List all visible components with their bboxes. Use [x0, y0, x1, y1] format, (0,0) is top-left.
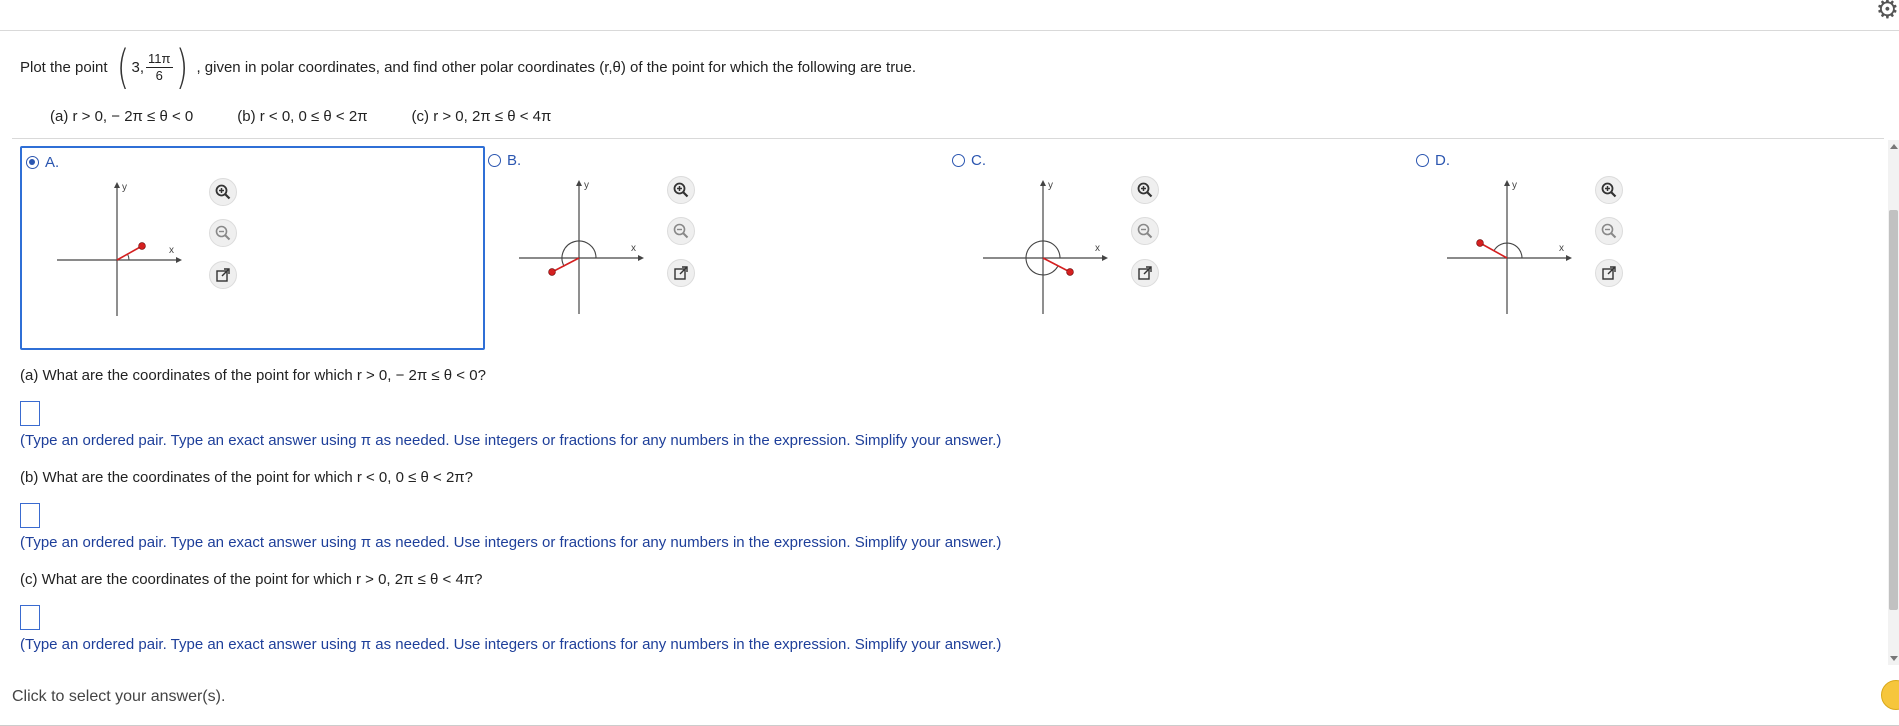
- y-axis-label: y: [122, 182, 127, 193]
- angle-arc: [1493, 242, 1523, 259]
- radius-segment: [551, 257, 580, 273]
- part-b-hint: (Type an ordered pair. Type an exact ans…: [20, 534, 1002, 551]
- gear-icon[interactable]: ⚙: [1876, 0, 1899, 25]
- polar-point: ( 3, 11π 6 ): [114, 44, 191, 90]
- y-axis-label: y: [584, 180, 589, 191]
- zoom-out-icon[interactable]: [1595, 217, 1623, 245]
- scroll-down-arrow-icon[interactable]: [1890, 656, 1898, 661]
- x-axis-label: x: [631, 243, 636, 254]
- open-new-window-icon[interactable]: [209, 261, 237, 289]
- status-footer: Click to select your answer(s).: [12, 688, 226, 705]
- condition-b: (b) r < 0, 0 ≤ θ < 2π: [237, 108, 368, 125]
- part-a-answer-input[interactable]: [20, 401, 40, 426]
- y-axis-label: y: [1512, 180, 1517, 191]
- option-a[interactable]: A. y x: [20, 146, 485, 350]
- zoom-out-icon[interactable]: [1131, 217, 1159, 245]
- part-b-question: (b) What are the coordinates of the poin…: [20, 469, 473, 486]
- question-suffix: , given in polar coordinates, and find o…: [196, 58, 917, 76]
- zoom-in-icon[interactable]: [209, 178, 237, 206]
- part-c-answer-input[interactable]: [20, 605, 40, 630]
- condition-c: (c) r > 0, 2π ≤ θ < 4π: [411, 108, 552, 125]
- option-d-header[interactable]: D.: [1416, 152, 1450, 169]
- option-c[interactable]: C. y x: [948, 146, 1413, 350]
- question-prefix: Plot the point: [20, 58, 108, 76]
- radio-button[interactable]: [952, 154, 965, 167]
- option-b[interactable]: B. y x: [484, 146, 949, 350]
- radio-button[interactable]: [26, 156, 39, 169]
- x-axis-label: x: [169, 245, 174, 256]
- section-divider: [12, 138, 1884, 139]
- zoom-out-icon[interactable]: [667, 217, 695, 245]
- radio-button[interactable]: [488, 154, 501, 167]
- zoom-out-icon[interactable]: [209, 219, 237, 247]
- y-axis-label: y: [1048, 180, 1053, 191]
- polar-graph-a: y x: [57, 182, 182, 316]
- question-prompt: Plot the point ( 3, 11π 6 ) , given in p…: [20, 44, 916, 90]
- option-a-header[interactable]: A.: [26, 154, 59, 171]
- left-paren: (: [116, 40, 129, 94]
- scroll-thumb[interactable]: [1889, 210, 1898, 610]
- option-label: C.: [971, 152, 986, 169]
- radius-segment: [116, 245, 143, 261]
- radius-segment: [1479, 242, 1508, 259]
- radius-segment: [1042, 257, 1071, 273]
- polar-graph-c: y x: [983, 180, 1108, 314]
- part-c-hint: (Type an ordered pair. Type an exact ans…: [20, 636, 1002, 653]
- part-a-hint: (Type an ordered pair. Type an exact ans…: [20, 432, 1002, 449]
- option-d[interactable]: D. y x: [1412, 146, 1877, 350]
- x-axis-arrow: [176, 257, 182, 263]
- open-new-window-icon[interactable]: [667, 259, 695, 287]
- vertical-scrollbar[interactable]: [1888, 140, 1899, 665]
- plotted-point: [548, 268, 556, 276]
- option-b-header[interactable]: B.: [488, 152, 521, 169]
- polar-graph-b: y x: [519, 180, 644, 314]
- zoom-in-icon[interactable]: [1595, 176, 1623, 204]
- open-new-window-icon[interactable]: [1595, 259, 1623, 287]
- fraction-denominator: 6: [155, 67, 163, 83]
- right-paren: ): [175, 40, 188, 94]
- zoom-in-icon[interactable]: [1131, 176, 1159, 204]
- plotted-point: [1066, 268, 1074, 276]
- part-c-question: (c) What are the coordinates of the poin…: [20, 571, 483, 588]
- zoom-in-icon[interactable]: [667, 176, 695, 204]
- x-axis-label: x: [1559, 243, 1564, 254]
- polar-graph-d: y x: [1447, 180, 1572, 314]
- y-axis-arrow: [114, 182, 120, 188]
- fraction-numerator: 11π: [146, 50, 173, 68]
- point-theta-fraction: 11π 6: [146, 50, 173, 84]
- open-new-window-icon[interactable]: [1131, 259, 1159, 287]
- radio-button[interactable]: [1416, 154, 1429, 167]
- plotted-point: [1476, 239, 1484, 247]
- option-c-header[interactable]: C.: [952, 152, 986, 169]
- option-label: B.: [507, 152, 522, 169]
- condition-list: (a) r > 0, − 2π ≤ θ < 0 (b) r < 0, 0 ≤ θ…: [50, 108, 595, 125]
- point-r: 3,: [131, 58, 145, 76]
- option-label: A.: [45, 154, 60, 171]
- condition-a: (a) r > 0, − 2π ≤ θ < 0: [50, 108, 194, 125]
- part-b-answer-input[interactable]: [20, 503, 40, 528]
- help-smiley-icon[interactable]: [1881, 680, 1899, 710]
- scroll-up-arrow-icon[interactable]: [1890, 144, 1898, 149]
- x-axis-label: x: [1095, 243, 1100, 254]
- part-a-question: (a) What are the coordinates of the poin…: [20, 367, 486, 384]
- option-label: D.: [1435, 152, 1450, 169]
- plotted-point: [138, 242, 146, 250]
- top-divider: [0, 30, 1899, 31]
